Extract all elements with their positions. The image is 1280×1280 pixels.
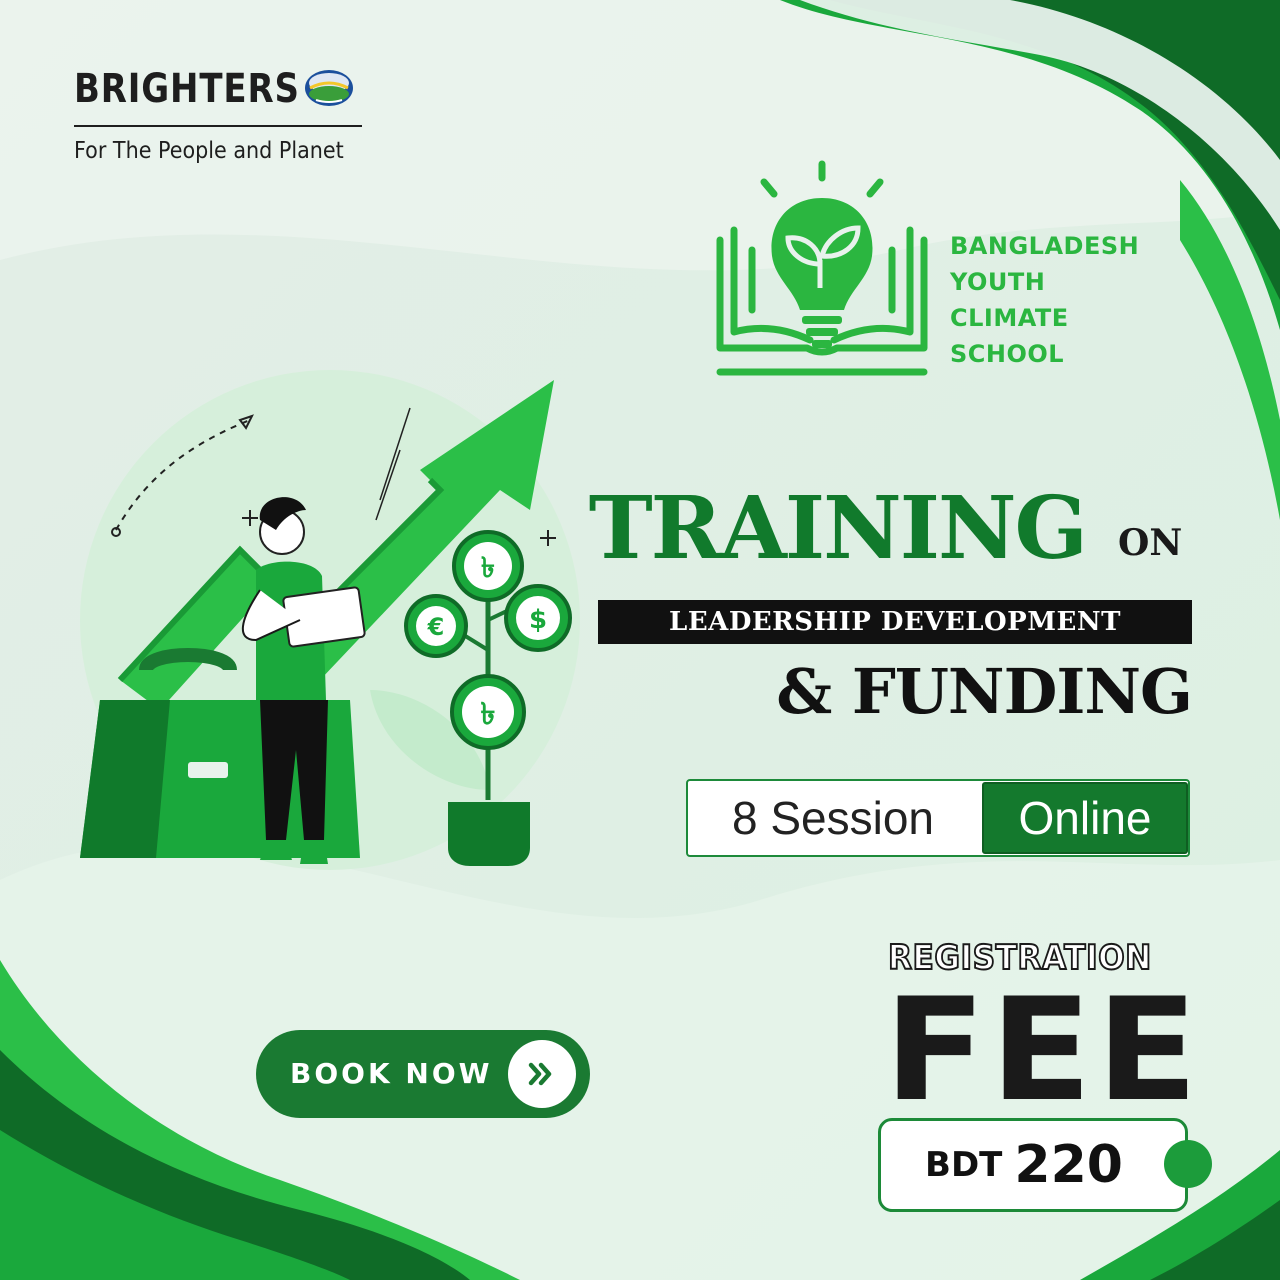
price-box: BDT 220: [878, 1118, 1188, 1212]
lightbulb-book-icon: [716, 160, 928, 376]
svg-text:€: €: [427, 613, 445, 641]
mode-badge: Online: [982, 782, 1188, 854]
school-name-line-3: CLIMATE: [950, 304, 1069, 332]
headline-on: ON: [1118, 522, 1183, 564]
headline-training: TRAINING: [588, 478, 1088, 579]
headline-band: LEADERSHIP DEVELOPMENT: [598, 600, 1192, 644]
headline-funding: & FUNDING: [776, 655, 1193, 728]
book-now-button[interactable]: BOOK NOW: [256, 1030, 590, 1118]
svg-text:৳: ৳: [481, 551, 495, 584]
taka-coin-icon: ৳: [450, 674, 526, 750]
school-name-line-4: SCHOOL: [950, 340, 1065, 368]
dollar-coin-icon: $: [504, 584, 572, 652]
brand-divider: [74, 125, 362, 127]
chevron-right-icon: [508, 1040, 576, 1108]
euro-coin-icon: €: [404, 594, 468, 658]
svg-text:$: $: [529, 605, 547, 635]
school-name-line-2: YOUTH: [950, 268, 1046, 296]
svg-text:৳: ৳: [481, 697, 496, 732]
book-now-label: BOOK NOW: [290, 1057, 493, 1090]
price-amount: 220: [1014, 1135, 1123, 1195]
fee-label: FEE: [884, 968, 1203, 1133]
session-count: 8 Session: [731, 792, 934, 844]
growth-illustration: ৳ € $ ৳: [80, 370, 580, 870]
taka-coin-icon: ৳: [452, 530, 524, 602]
brand-name: BRIGHTERS: [74, 66, 300, 112]
brand-tagline: For The People and Planet: [74, 138, 344, 164]
globe-logo-icon: [305, 70, 353, 106]
headline-band-text: LEADERSHIP DEVELOPMENT: [669, 607, 1121, 637]
price-currency: BDT: [925, 1145, 1003, 1185]
price-accent-dot: [1164, 1140, 1212, 1188]
school-name-line-1: BANGLADESH: [950, 232, 1140, 260]
school-name: BANGLADESH YOUTH CLIMATE SCHOOL: [950, 228, 1139, 372]
